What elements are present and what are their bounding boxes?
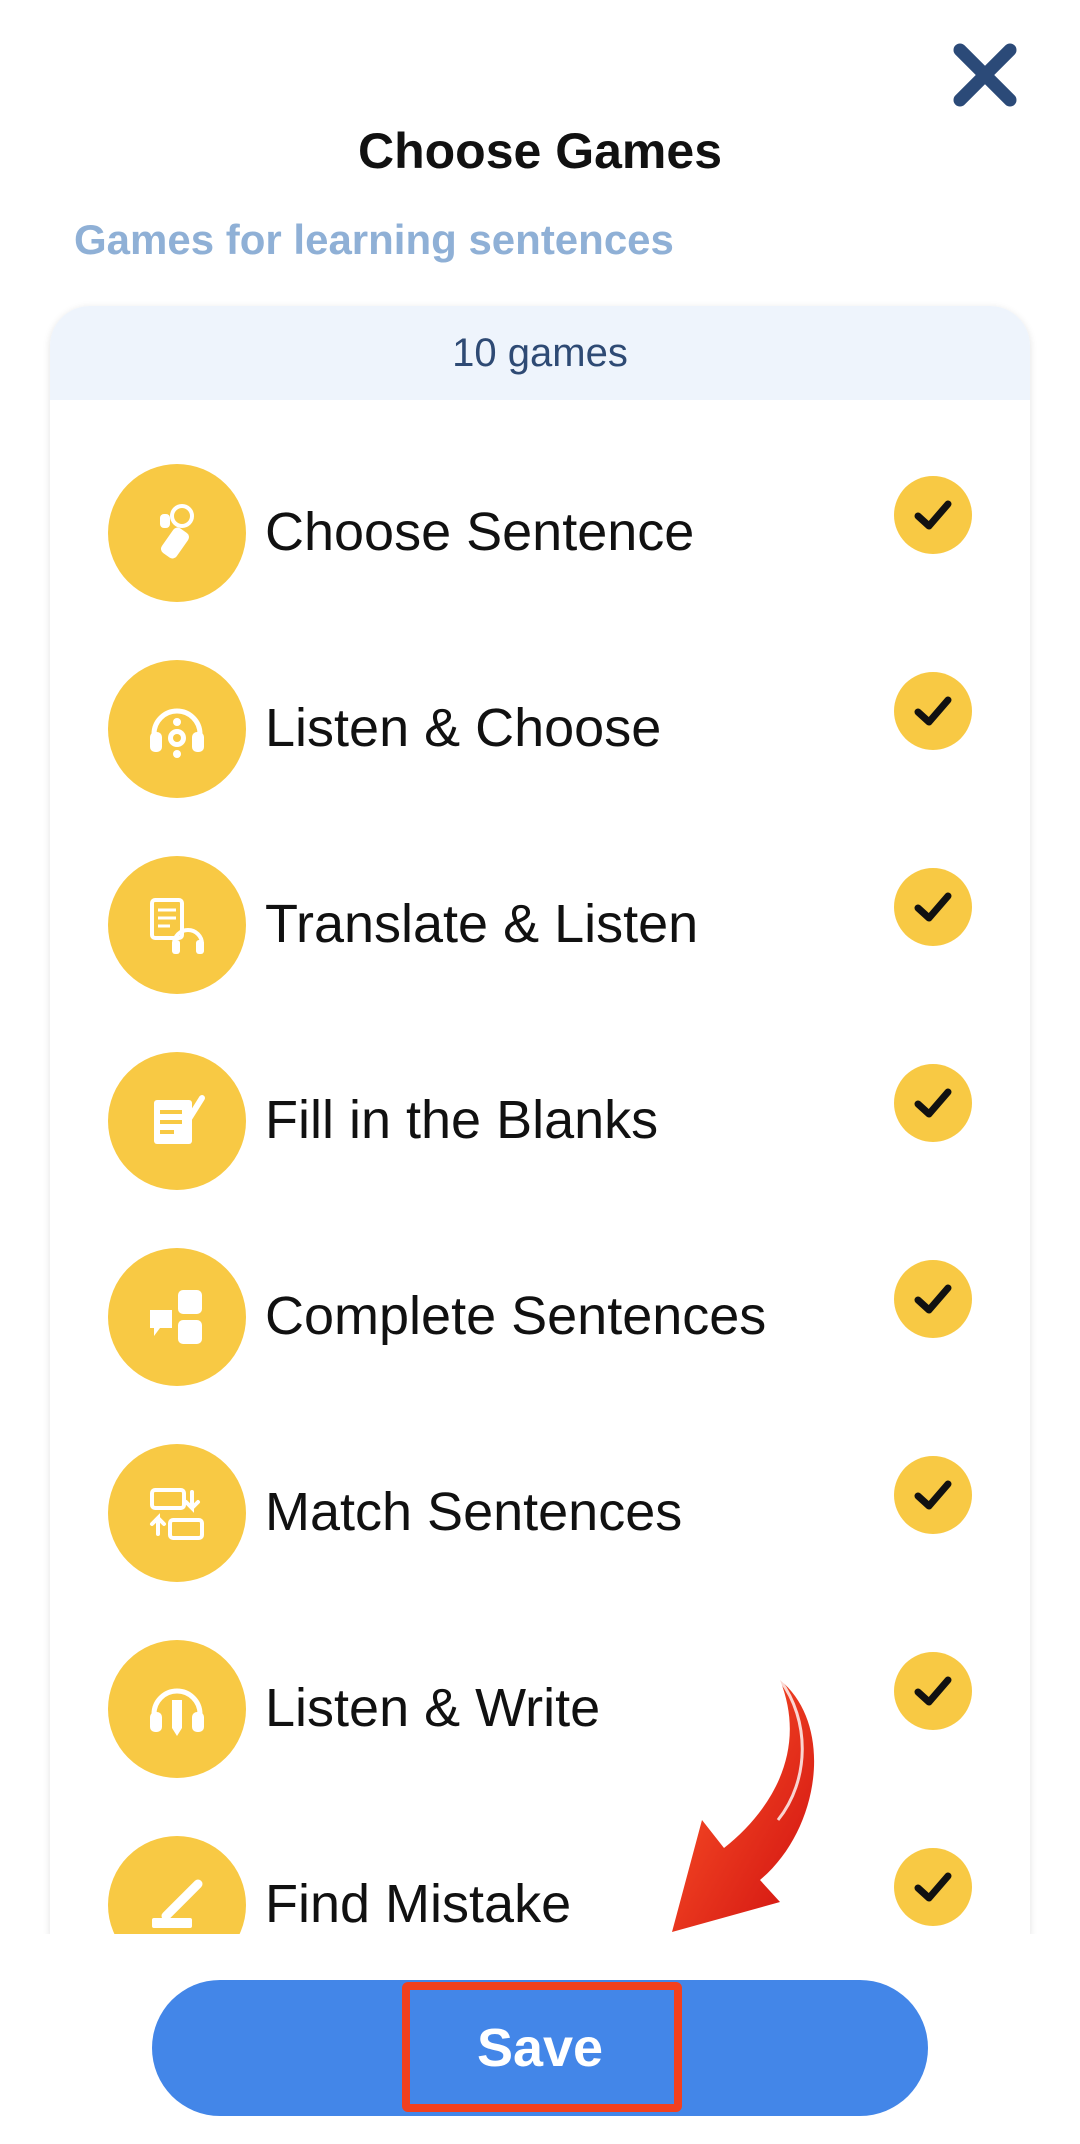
game-checkbox[interactable] — [894, 476, 972, 554]
game-checkbox[interactable] — [894, 868, 972, 946]
close-icon — [953, 43, 1017, 107]
check-icon — [914, 1676, 952, 1706]
games-card: 10 games Choose Sentence Listen & Choose… — [50, 306, 1030, 1936]
game-label: Translate & Listen — [265, 894, 699, 954]
game-item-listen-choose[interactable]: Listen & Choose — [50, 652, 1030, 848]
game-checkbox[interactable] — [894, 1848, 972, 1926]
check-icon — [914, 696, 952, 726]
page-title: Choose Games — [357, 123, 722, 179]
game-item-find-mistake[interactable]: Find Mistake — [50, 1828, 1030, 1936]
game-label: Listen & Choose — [265, 698, 662, 758]
game-checkbox[interactable] — [894, 1064, 972, 1142]
save-button[interactable]: Save — [152, 1980, 928, 2116]
check-icon — [914, 892, 952, 922]
game-label: Listen & Write — [265, 1678, 601, 1738]
game-label: Fill in the Blanks — [265, 1090, 659, 1150]
translate-listen-icon — [108, 856, 246, 994]
check-icon — [914, 1284, 952, 1314]
match-icon — [108, 1444, 246, 1582]
fill-blanks-icon — [108, 1052, 246, 1190]
page-subtitle: Games for learning sentences — [74, 216, 674, 263]
game-checkbox[interactable] — [894, 1456, 972, 1534]
puzzle-icon — [108, 1248, 246, 1386]
pointing-hand-icon — [108, 464, 246, 602]
game-item-choose-sentence[interactable]: Choose Sentence — [50, 456, 1030, 652]
game-item-fill-blanks[interactable]: Fill in the Blanks — [50, 1044, 1030, 1240]
close-button[interactable] — [950, 40, 1020, 110]
save-button-label: Save — [476, 2018, 604, 2078]
game-label: Choose Sentence — [265, 502, 695, 562]
games-count-label: 10 games — [452, 330, 628, 375]
game-checkbox[interactable] — [894, 672, 972, 750]
game-list: Choose Sentence Listen & Choose Translat… — [50, 456, 1030, 1936]
check-icon — [914, 1872, 952, 1902]
check-icon — [914, 1088, 952, 1118]
game-checkbox[interactable] — [894, 1652, 972, 1730]
game-item-complete-sentences[interactable]: Complete Sentences — [50, 1240, 1030, 1436]
game-label: Find Mistake — [265, 1874, 572, 1934]
games-count-header: 10 games — [50, 306, 1030, 400]
headphones-pen-icon — [108, 1640, 246, 1778]
check-icon — [914, 1480, 952, 1510]
game-label: Match Sentences — [265, 1482, 683, 1542]
game-item-listen-write[interactable]: Listen & Write — [50, 1632, 1030, 1828]
game-item-translate-listen[interactable]: Translate & Listen — [50, 848, 1030, 1044]
game-checkbox[interactable] — [894, 1260, 972, 1338]
pen-eraser-icon — [108, 1836, 246, 1936]
game-item-match-sentences[interactable]: Match Sentences — [50, 1436, 1030, 1632]
game-label: Complete Sentences — [265, 1286, 767, 1346]
headphones-icon — [108, 660, 246, 798]
check-icon — [914, 500, 952, 530]
